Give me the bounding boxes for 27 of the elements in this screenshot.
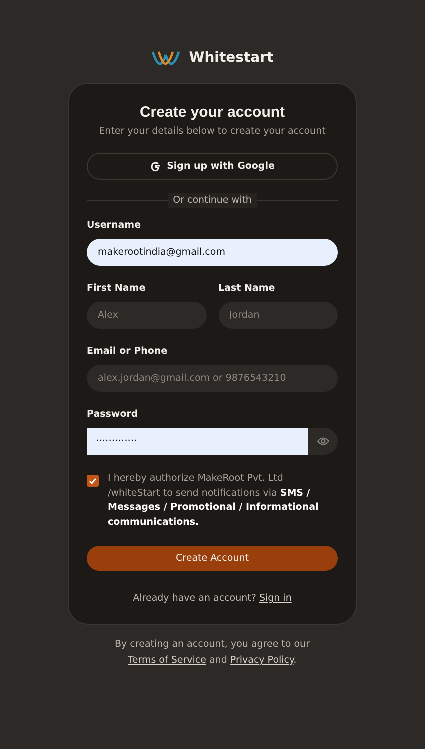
password-field[interactable]: ············· <box>87 428 308 455</box>
create-account-button[interactable]: Create Account <box>87 546 338 571</box>
card-title: Create your account <box>138 104 286 121</box>
field-label: First Name <box>87 283 147 294</box>
google-icon <box>150 160 162 172</box>
check-icon <box>89 478 97 484</box>
terms-notice: By creating an account, you agree to our Terms of Service and Privacy Policy. <box>114 638 311 668</box>
privacy-link[interactable]: Privacy Policy <box>230 655 294 666</box>
sign-in-link[interactable]: Sign in <box>259 593 292 604</box>
brand-name: Whitestart <box>189 50 274 66</box>
divider-label: Or continue with <box>168 193 257 208</box>
field-label: Email or Phone <box>87 346 169 357</box>
logo-icon <box>151 49 182 67</box>
input-field[interactable]: Alex <box>87 302 206 329</box>
input-field[interactable]: makerootindia@gmail.com <box>87 239 338 266</box>
google-signup-button[interactable]: Sign up with Google <box>87 153 338 180</box>
field-label: Username <box>87 220 142 231</box>
consent-checkbox[interactable] <box>87 475 99 487</box>
eye-icon <box>316 437 330 446</box>
consent-text: I hereby authorize MakeRoot Pvt. Ltd /whiteStart to send notifications via SMS / Messages / Promotional / Informational communications. <box>108 472 320 530</box>
terms-link[interactable]: Terms of Service <box>128 655 206 666</box>
signin-prompt: Already have an account? <box>133 593 256 604</box>
field-label: Password <box>87 409 140 420</box>
field-label: Last Name <box>218 283 276 294</box>
input-field[interactable]: alex.jordan@gmail.com or 9876543210 <box>87 365 338 392</box>
card-subtitle: Enter your details below to create your account <box>98 126 327 137</box>
show-password-button[interactable] <box>308 428 338 455</box>
